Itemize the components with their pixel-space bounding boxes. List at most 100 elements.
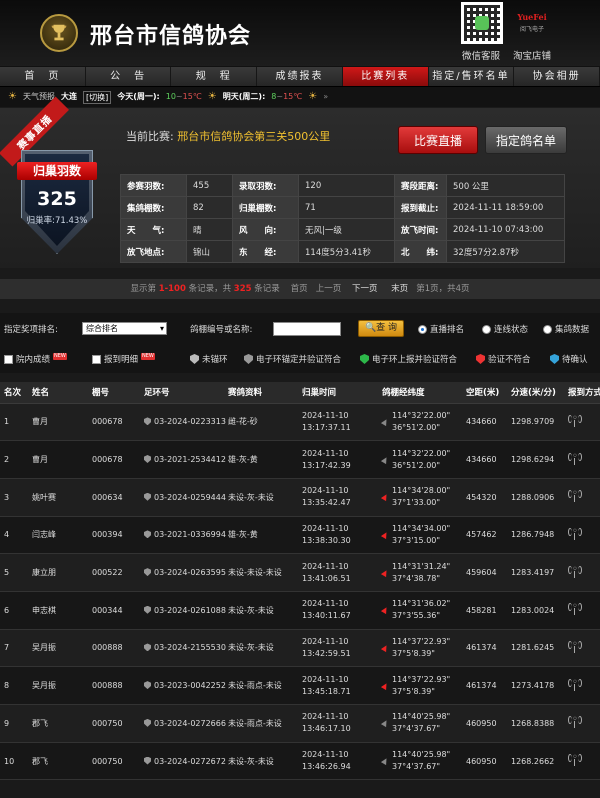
shop-logo[interactable]: YueFei 阅飞电子 (517, 10, 547, 36)
nav-album[interactable]: 协会相册 (514, 67, 600, 86)
table-row[interactable]: 1 曹月 000678 03-2024-0223313 雌-花-砂 2024-11-10 1… (0, 403, 600, 442)
ring-cell: 03-2024-0272666 (140, 704, 226, 743)
pigeon-info-cell: 未设-雨点-未设 (224, 704, 298, 743)
report-method-cell (564, 666, 600, 705)
table-row[interactable]: 6 申志棋 000344 03-2024-0261088 未设-灰-未设 2024-11-… (0, 591, 600, 630)
main-nav: 首 页 公 告 规 程 成绩报表 比赛列表 指定/售环名单 协会相册 (0, 66, 600, 87)
table-row[interactable]: 4 闫志峰 000394 03-2021-0336994 雄-灰-黄 2024-11-10… (0, 516, 600, 555)
radio-live-rank[interactable]: 直播排名 (418, 323, 464, 335)
legend-reported-verified: 电子环上报并验证符合 (360, 353, 457, 365)
shed-cell: 000888 (88, 629, 140, 668)
rank-cell: 3 (0, 478, 28, 517)
search-icon: 🔍 (364, 323, 377, 333)
table-row[interactable]: 10 郡飞 000750 03-2024-0272672 未设-灰-未设 2024-11-… (0, 742, 600, 781)
shield-icon (144, 568, 151, 577)
shield-red-icon (476, 354, 485, 364)
first-page-link[interactable]: 首页 (291, 284, 308, 294)
race-panel: 赛事直播 归巢羽数 325 归巢率:71.43% 当前比赛: 邢台市信鸽协会第三… (0, 96, 600, 268)
shed-cell: 000394 (88, 516, 140, 555)
query-button[interactable]: 🔍查 询 (358, 320, 404, 337)
distance-cell: 461374 (462, 629, 507, 668)
wechat-service-label: 微信客服 (462, 51, 501, 62)
race-info-key: 放飞时间: (394, 218, 447, 241)
return-time-cell: 2024-11-10 13:35:42.47 (298, 478, 378, 517)
table-row[interactable]: 7 吴月振 000888 03-2024-2155530 未设-灰-未设 2024-11-… (0, 629, 600, 668)
shed-cell: 000888 (88, 666, 140, 705)
antenna-icon (568, 488, 582, 503)
pigeon-info-cell: 未设-灰-未设 (224, 478, 298, 517)
pigeon-info-cell: 雌-花-砂 (224, 403, 298, 442)
next-page-link[interactable]: 下一页 (352, 284, 378, 294)
nav-announcements[interactable]: 公 告 (86, 67, 172, 86)
column-header: 姓名 (28, 382, 88, 404)
report-method-cell (564, 629, 600, 668)
coords-cell: 114°37'22.93" 37°5'8.39" (378, 629, 462, 668)
checkbox-yard-results[interactable]: 院内成绩 NEW (4, 353, 67, 365)
race-info-key: 录取羽数: (232, 174, 299, 197)
race-live-button[interactable]: 比赛直播 (398, 126, 478, 154)
column-header: 报到方式 (564, 382, 600, 404)
page-info: 第1页，共4页 (416, 284, 470, 294)
prev-page-link[interactable]: 上一页 (316, 284, 342, 294)
designated-list-button[interactable]: 指定鸽名单 (485, 126, 567, 154)
direction-arrow-icon (380, 530, 390, 540)
name-cell: 郡飞 (28, 704, 88, 743)
table-row[interactable]: 8 吴月振 000888 03-2023-0042252 未设-雨点-未设 2024-11… (0, 666, 600, 705)
nav-reports[interactable]: 成绩报表 (257, 67, 343, 86)
shield-green-icon (360, 354, 369, 364)
antenna-icon (568, 601, 582, 616)
rank-cell: 1 (0, 403, 28, 442)
filter-panel: 指定奖项排名: 综合排名 鸽棚编号或名称: 🔍查 询 直播排名 连线状态 集鸽数… (0, 313, 600, 373)
last-page-link[interactable]: 末页 (391, 284, 408, 294)
rank-cell: 9 (0, 704, 28, 743)
nav-rules[interactable]: 规 程 (171, 67, 258, 86)
return-time-cell: 2024-11-10 13:46:17.10 (298, 704, 378, 743)
distance-cell: 461374 (462, 666, 507, 705)
antenna-icon (568, 564, 582, 578)
name-cell: 吴月振 (28, 629, 88, 668)
rank-cell: 10 (0, 742, 28, 781)
checkbox-report-detail[interactable]: 报到明细 NEW (92, 353, 155, 365)
rank-cell: 5 (0, 553, 28, 592)
speed-cell: 1283.0024 (507, 591, 564, 630)
legend-unanchored: 未锚环 (190, 353, 228, 365)
name-cell: 郡飞 (28, 742, 88, 781)
nav-ring-list[interactable]: 指定/售环名单 (429, 67, 515, 86)
race-info-value: 71 (298, 196, 395, 219)
weather-more-link[interactable]: » (323, 87, 328, 107)
taobao-shop-label[interactable]: 淘宝店铺 (513, 48, 551, 62)
name-cell: 吴月振 (28, 666, 88, 705)
table-row[interactable]: 9 郡飞 000750 03-2024-0272666 未设-雨点-未设 2024-11-… (0, 704, 600, 743)
award-select[interactable]: 综合排名 (82, 322, 167, 335)
report-method-cell (564, 440, 600, 479)
coords-cell: 114°31'36.02" 37°3'55.36" (378, 591, 462, 630)
distance-cell: 459604 (462, 553, 507, 592)
nav-race-list[interactable]: 比赛列表 (342, 67, 429, 86)
pigeon-info-cell: 未设-雨点-未设 (224, 666, 298, 705)
shed-search-input[interactable] (273, 322, 341, 336)
race-info-key: 集鸽棚数: (120, 196, 187, 219)
shield-blue-icon (550, 354, 559, 364)
radio-collection[interactable]: 集鸽数据 (543, 323, 589, 335)
results-table: 名次 姓名 棚号 足环号 赛鸽资料 归巢时间 鸽棚经纬度 空距(米) 分速(米/分) 报到方式 1… (0, 382, 600, 781)
return-time-cell: 2024-11-10 13:41:06.51 (298, 553, 378, 592)
report-method-cell (564, 742, 600, 781)
speed-cell: 1286.7948 (507, 516, 564, 555)
shield-icon (144, 718, 151, 727)
table-row[interactable]: 5 康立朋 000522 03-2024-0263595 未设-未设-未设 2024-11… (0, 553, 600, 592)
nav-home[interactable]: 首 页 (0, 67, 86, 86)
radio-connection[interactable]: 连线状态 (482, 323, 528, 335)
table-row[interactable]: 2 曹月 000678 03-2021-2534412 雄-灰-黄 2024-11-10 1… (0, 440, 600, 479)
antenna-icon (568, 413, 582, 427)
column-header: 空距(米) (462, 382, 507, 404)
association-logo[interactable] (40, 14, 78, 52)
race-info-value: 2024-11-10 07:43:00 (446, 218, 565, 241)
table-row[interactable]: 3 姚叶赛 000634 03-2024-0259444 未设-灰-未设 2024-11-… (0, 478, 600, 517)
site-header: 邢台市信鸽协会 微信客服 YueFei 阅飞电子 淘宝店铺 (0, 0, 600, 66)
return-time-cell: 2024-11-10 13:38:30.30 (298, 516, 378, 555)
current-race-name[interactable]: 邢台市信鸽协会第三关500公里 (177, 130, 330, 143)
city-switch-link[interactable]: [切换] (82, 90, 112, 104)
race-info-value: 120 (298, 174, 395, 197)
award-label: 指定奖项排名: (4, 325, 58, 335)
race-info-value: 114度5分3.41秒 (298, 240, 395, 263)
